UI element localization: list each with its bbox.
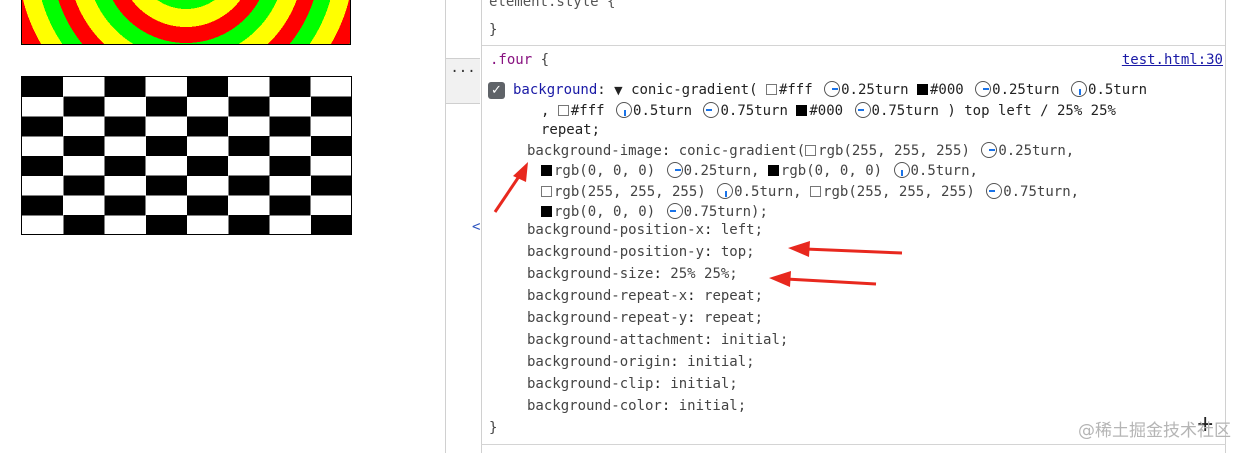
arrow-head <box>788 241 810 257</box>
arrow-to-position-y <box>804 247 903 255</box>
arrow-to-size <box>785 277 877 286</box>
watermark: @稀土掘金技术社区 <box>1078 421 1231 441</box>
arrow-head <box>769 271 791 287</box>
annotation-arrows <box>493 162 903 287</box>
arrow-head <box>513 162 528 182</box>
